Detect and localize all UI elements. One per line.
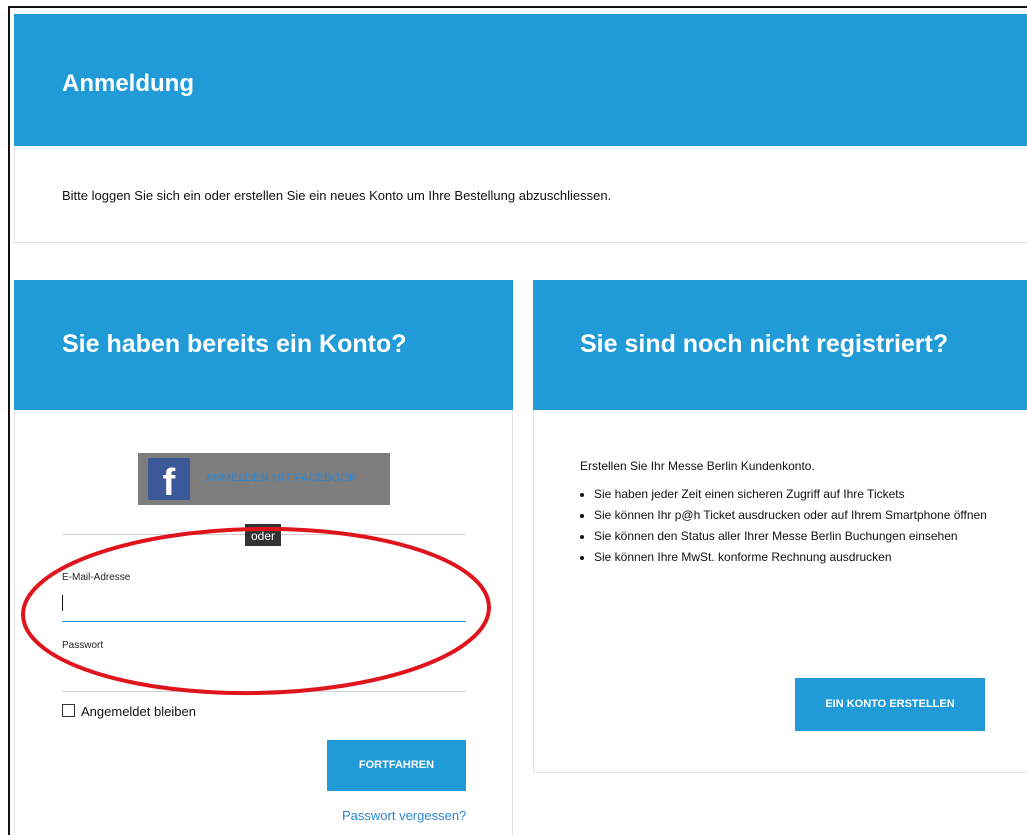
remember-me-label: Angemeldet bleiben <box>81 704 196 719</box>
header-bar: Anmeldung <box>14 14 1027 146</box>
email-field[interactable] <box>62 596 466 622</box>
register-title: Sie sind noch nicht registriert? <box>580 330 949 358</box>
page-title: Anmeldung <box>62 70 194 97</box>
register-header: Sie sind noch nicht registriert? <box>533 280 1027 410</box>
checkbox-box[interactable] <box>62 704 75 717</box>
benefits-list: Sie haben jeder Zeit einen sicheren Zugr… <box>578 486 1014 570</box>
benefit-item: Sie können Ihre MwSt. konforme Rechnung … <box>594 549 1014 566</box>
create-account-button[interactable]: EIN KONTO ERSTELLEN <box>795 678 985 731</box>
register-intro: Erstellen Sie Ihr Messe Berlin Kundenkon… <box>580 459 815 473</box>
benefit-item: Sie haben jeder Zeit einen sicheren Zugr… <box>594 486 1014 503</box>
email-label: E-Mail-Adresse <box>62 572 131 583</box>
facebook-login-button[interactable]: f ANMELDEN MIT FACEBOOK <box>138 453 390 505</box>
remember-me-checkbox[interactable]: Angemeldet bleiben <box>62 704 196 719</box>
login-title: Sie haben bereits ein Konto? <box>62 330 407 358</box>
text-caret <box>62 595 63 611</box>
forgot-password-link[interactable]: Passwort vergessen? <box>342 808 466 823</box>
continue-button[interactable]: FORTFAHREN <box>327 740 466 791</box>
benefit-item: Sie können Ihr p@h Ticket ausdrucken ode… <box>594 507 1014 524</box>
intro-text: Bitte loggen Sie sich ein oder erstellen… <box>62 188 612 203</box>
facebook-icon: f <box>148 458 190 500</box>
benefit-item: Sie können den Status aller Ihrer Messe … <box>594 528 1014 545</box>
login-header: Sie haben bereits ein Konto? <box>14 280 513 410</box>
password-field[interactable] <box>62 666 466 692</box>
or-label: oder <box>245 524 281 546</box>
password-label: Passwort <box>62 640 104 651</box>
facebook-login-label: ANMELDEN MIT FACEBOOK <box>206 472 357 484</box>
